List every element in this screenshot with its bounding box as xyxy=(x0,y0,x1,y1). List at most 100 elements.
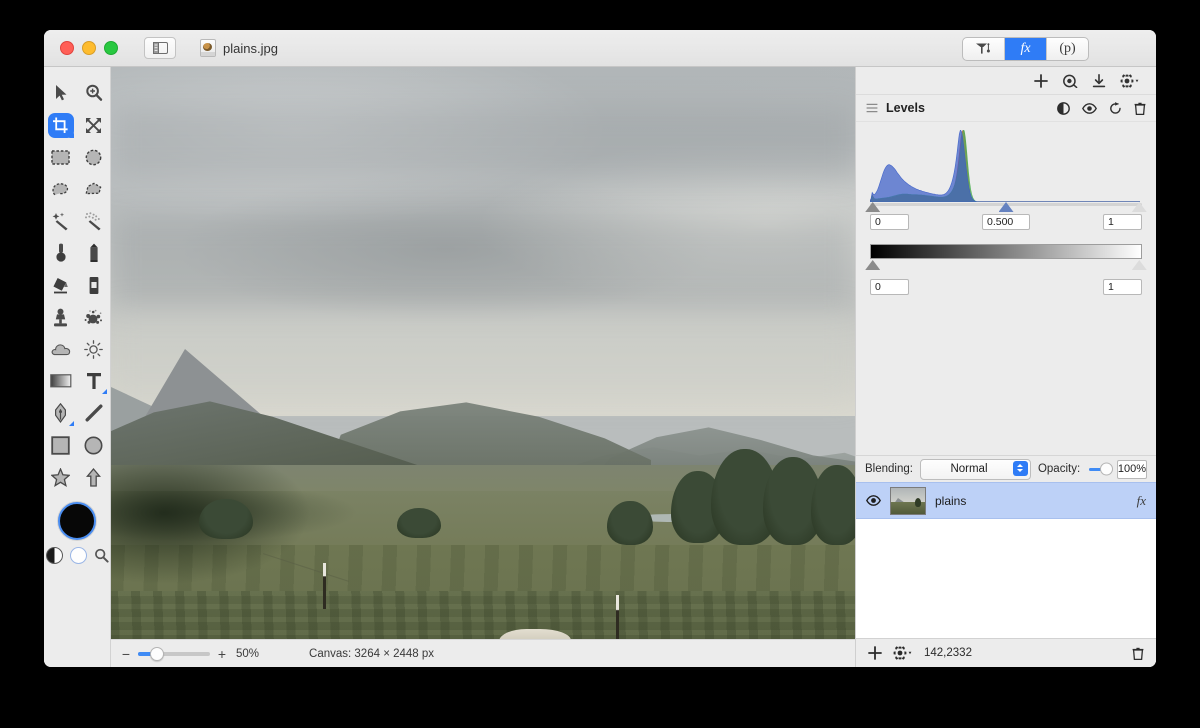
output-levels-slider[interactable] xyxy=(865,259,1147,271)
cloud-icon xyxy=(48,337,74,362)
effects-toolbar xyxy=(856,67,1156,95)
magnifier-icon[interactable] xyxy=(94,548,109,563)
zoom-in-button[interactable]: + xyxy=(215,647,229,661)
zoom-slider-knob[interactable] xyxy=(149,646,164,661)
pen-tool[interactable] xyxy=(44,397,77,429)
star-shape-tool[interactable] xyxy=(44,461,77,493)
trash-icon[interactable] xyxy=(1134,102,1146,115)
gradient-tool[interactable] xyxy=(44,365,77,397)
image-canvas[interactable] xyxy=(111,67,855,639)
circle-icon xyxy=(81,433,107,458)
polygonal-lasso-tool[interactable] xyxy=(77,173,110,205)
minimize-button[interactable] xyxy=(82,41,96,55)
opacity-slider-knob[interactable] xyxy=(1099,462,1113,476)
sun-icon xyxy=(81,337,107,362)
sidebar-toggle-button[interactable] xyxy=(144,37,176,59)
layer-options-button[interactable] xyxy=(893,646,913,660)
traffic-lights xyxy=(60,41,118,55)
input-levels-slider[interactable] xyxy=(865,202,1147,212)
levels-panel-actions xyxy=(1057,101,1146,115)
gamma-input[interactable]: 0.500 xyxy=(982,214,1030,230)
selection-brush-icon xyxy=(81,209,107,234)
tool-adjust-icon xyxy=(976,43,990,54)
layer-effects-indicator[interactable]: fx xyxy=(1137,493,1146,509)
zoom-slider[interactable] xyxy=(138,646,210,661)
white-point-handle[interactable] xyxy=(1131,201,1147,212)
layers-list: plains fx xyxy=(856,482,1156,638)
eraser-tool[interactable] xyxy=(77,269,110,301)
empty-circle-icon[interactable] xyxy=(69,547,87,564)
gamma-handle[interactable] xyxy=(998,201,1014,212)
tree xyxy=(397,508,441,538)
opacity-slider[interactable] xyxy=(1089,462,1113,476)
ellipse-shape-tool[interactable] xyxy=(77,429,110,461)
pencil-tool[interactable] xyxy=(77,237,110,269)
mask-circle-icon[interactable] xyxy=(1062,74,1078,88)
canvas-viewport[interactable] xyxy=(111,67,855,639)
smudge-tool[interactable] xyxy=(44,333,77,365)
hamburger-icon[interactable] xyxy=(866,103,878,113)
arrow-shape-tool[interactable] xyxy=(77,461,110,493)
half-circle-icon[interactable] xyxy=(45,547,63,564)
transform-tool[interactable] xyxy=(77,109,110,141)
spatter-tool[interactable] xyxy=(77,301,110,333)
output-levels-gradient xyxy=(870,244,1142,259)
paint-bucket-tool[interactable] xyxy=(44,269,77,301)
opacity-input[interactable]: 100% xyxy=(1116,459,1147,479)
clone-stamp-tool[interactable] xyxy=(44,301,77,333)
input-levels-fields: 0 0.500 1 xyxy=(870,214,1142,230)
eye-icon[interactable] xyxy=(1082,102,1097,114)
cloud-band xyxy=(111,107,855,177)
rectangle-shape-tool[interactable] xyxy=(44,429,77,461)
effect-options-button[interactable] xyxy=(1120,73,1140,88)
output-black-handle[interactable] xyxy=(865,259,881,270)
add-effect-button[interactable] xyxy=(1034,73,1048,88)
zoom-out-button[interactable]: − xyxy=(119,647,133,661)
stepper-arrows-icon[interactable] xyxy=(1012,460,1028,476)
zoom-tool[interactable] xyxy=(77,77,110,109)
tree xyxy=(607,501,653,545)
effects-and-layers-panel: Levels 0 0.500 1 0 1 Blending: Normal Op… xyxy=(855,67,1156,667)
output-white-input[interactable]: 1 xyxy=(1103,279,1142,295)
tab-tools[interactable] xyxy=(963,38,1005,60)
delete-layer-button[interactable] xyxy=(1132,647,1144,660)
close-button[interactable] xyxy=(60,41,74,55)
maximize-button[interactable] xyxy=(104,41,118,55)
foreground-color-swatch[interactable] xyxy=(58,502,96,540)
reset-circular-arrow-icon[interactable] xyxy=(1109,101,1122,115)
elliptical-marquee-tool[interactable] xyxy=(77,141,110,173)
merge-down-button[interactable] xyxy=(1092,73,1106,88)
white-point-input[interactable]: 1 xyxy=(1103,214,1142,230)
line-tool[interactable] xyxy=(77,397,110,429)
layer-name-label: plains xyxy=(935,493,967,508)
tab-preview[interactable]: (p) xyxy=(1047,38,1088,60)
selection-brush-tool[interactable] xyxy=(77,205,110,237)
levels-panel-header: Levels xyxy=(856,95,1156,122)
output-white-handle[interactable] xyxy=(1131,259,1147,270)
tab-fx[interactable]: fx xyxy=(1005,38,1047,60)
layers-footer: 142,2332 xyxy=(856,638,1156,667)
move-tool[interactable] xyxy=(44,77,77,109)
rectangle-icon xyxy=(48,433,74,458)
add-layer-button[interactable] xyxy=(868,646,882,660)
lasso-icon xyxy=(48,177,74,202)
text-tool[interactable] xyxy=(77,365,110,397)
image-editor-window: plains.jpg fx (p) − + 50% Canvas: 3264 ×… xyxy=(44,30,1156,667)
lasso-tool[interactable] xyxy=(44,173,77,205)
magic-wand-tool[interactable] xyxy=(44,205,77,237)
dodge-tool[interactable] xyxy=(77,333,110,365)
output-black-input[interactable]: 0 xyxy=(870,279,909,295)
document-title: plains.jpg xyxy=(200,39,278,57)
document-title-label: plains.jpg xyxy=(223,40,278,56)
rectangular-marquee-tool[interactable] xyxy=(44,141,77,173)
eyedropper-tool[interactable] xyxy=(44,237,77,269)
blending-mode-select[interactable]: Normal xyxy=(919,458,1031,480)
table-row[interactable]: plains fx xyxy=(856,482,1156,519)
line-icon xyxy=(81,401,107,426)
crop-tool[interactable] xyxy=(44,109,77,141)
black-point-handle[interactable] xyxy=(865,201,881,212)
black-point-input[interactable]: 0 xyxy=(870,214,909,230)
move-arrows-icon xyxy=(81,113,107,138)
contrast-icon[interactable] xyxy=(1057,101,1070,115)
eye-icon[interactable] xyxy=(866,495,881,506)
